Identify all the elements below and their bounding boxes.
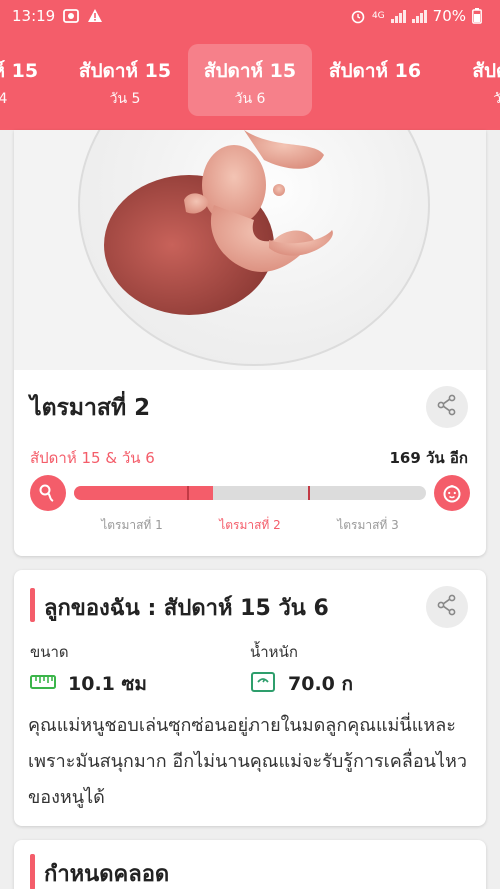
share-button[interactable] [426,586,468,628]
status-bar: 13:19 4G 70% [0,0,500,32]
size-value: 10.1 ซม [68,673,147,695]
share-icon [436,394,458,420]
current-week-day: สัปดาห์ 15 & วัน 6 [30,449,155,467]
weight-value: 70.0 ก [288,673,353,695]
tab-next[interactable]: สัปดาห์ วัน [440,44,500,116]
week-tabs: สัปดาห์ 15 วัน 4 สัปดาห์ 15 วัน 5 สัปดาห… [0,32,500,130]
tab-day-label: วัน [493,91,500,107]
network-type: 4G [371,11,385,21]
sperm-icon [30,475,66,511]
tab-day-label: วัน 4 [0,91,8,107]
trimester-divider-1 [187,486,189,500]
alarm-icon [350,8,366,24]
weight-label: น้ำหนัก [250,643,298,661]
tab-week-label: สัปดาห์ 15 [203,60,297,82]
pregnancy-progress-bar [74,486,426,500]
progress-fill [74,486,214,500]
tab-week-label: สัปดาห์ 16 [328,60,422,82]
size-label: ขนาด [30,643,69,661]
tab-day-label: วัน 6 [234,91,266,107]
tab-day-label: วัน 5 [109,91,141,107]
fetus-illustration [14,130,486,370]
trimester-label-1: ไตรมาสที่ 1 [101,518,163,532]
tab-week-15-day-4[interactable]: สัปดาห์ 15 วัน 4 [0,44,54,116]
tab-week-label: สัปดาห์ [472,60,500,82]
days-left: 169 วัน อีก [389,449,468,467]
trimester-label-2: ไตรมาสที่ 2 [219,518,281,532]
tab-week-15-day-5[interactable]: สัปดาห์ 15 วัน 5 [63,44,187,116]
tab-week-15-day-6[interactable]: สัปดาห์ 15 วัน 6 [188,44,312,116]
status-time: 13:19 [12,7,56,25]
battery-percent: 70% [432,7,466,25]
signal-icon [390,9,406,23]
warning-icon [87,8,103,24]
due-date-title: กำหนดคลอด [44,862,170,887]
baby-description: คุณแม่หนูชอบเล่นซุกซ่อนอยู่ภายในมดลูกคุณ… [28,715,467,808]
share-icon [436,594,458,620]
tab-week-label: สัปดาห์ 15 [78,60,172,82]
baby-info-card: ลูกของฉัน : สัปดาห์ 15 วัน 6 ขนาด 10.1 ซ… [14,570,486,826]
signal-icon-2 [411,9,427,23]
trimester-card: ไตรมาสที่ 2 สัปดาห์ 15 & วัน 6 169 วัน อ… [14,130,486,556]
baby-card-title: ลูกของฉัน : สัปดาห์ 15 วัน 6 [44,596,329,621]
scale-icon [250,671,276,693]
share-button[interactable] [426,386,468,428]
trimester-divider-2 [308,486,310,500]
trimester-label-3: ไตรมาสที่ 3 [337,518,399,532]
tab-week-label: สัปดาห์ 15 [0,60,39,82]
title-accent-bar [30,854,35,889]
baby-face-icon [434,475,470,511]
tab-week-16[interactable]: สัปดาห์ 16 [313,44,437,116]
ruler-icon [30,673,56,691]
title-accent-bar [30,588,35,622]
camera-notification-icon [63,8,80,24]
battery-icon [472,8,488,24]
trimester-title: ไตรมาสที่ 2 [30,395,151,421]
due-date-card: กำหนดคลอด [14,840,486,889]
